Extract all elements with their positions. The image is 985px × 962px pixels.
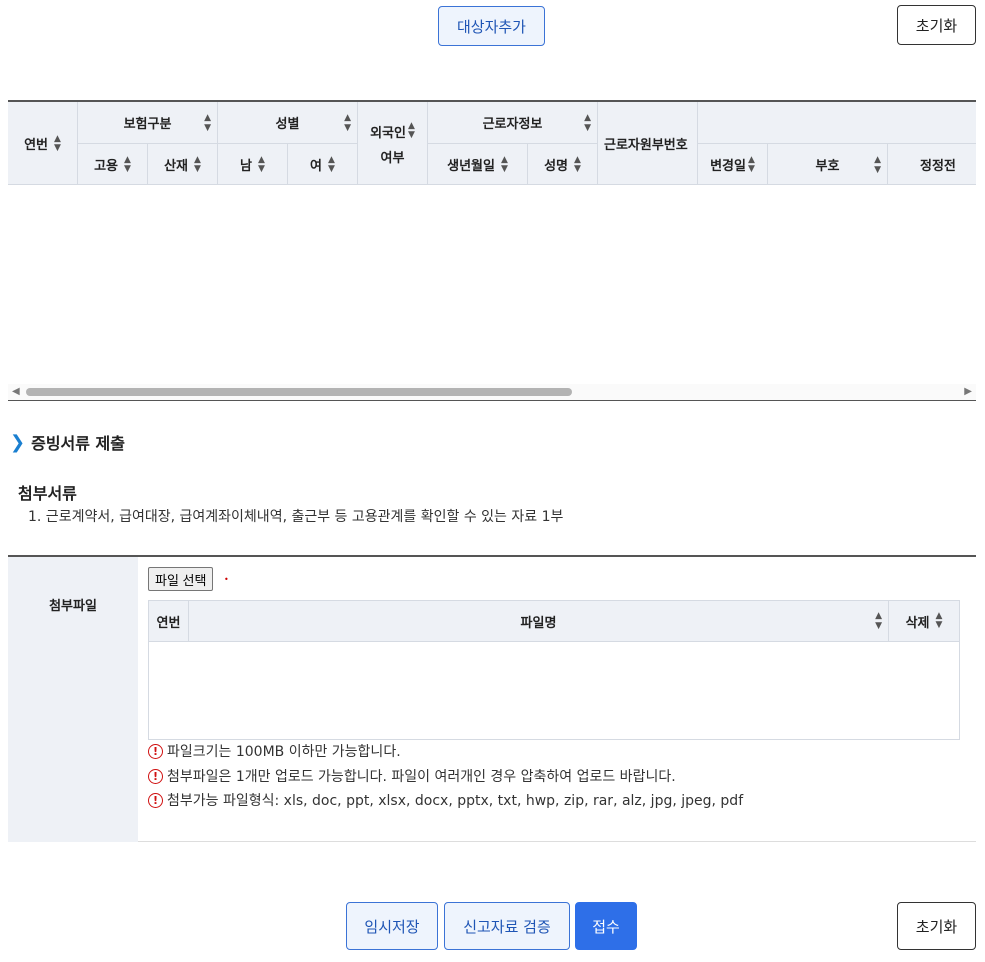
attachment-label: 첨부파일 (8, 557, 138, 842)
sort-icon: ▲ ▼ (124, 154, 131, 174)
warning-icon: ! (148, 768, 163, 784)
col-insurance[interactable]: 보험구분 ▲ ▼ (78, 102, 218, 144)
col-change-date[interactable]: 변경일 ▲ ▼ (698, 144, 768, 185)
col-before-correction[interactable]: 정정전 (888, 144, 976, 185)
scroll-thumb[interactable] (26, 388, 572, 396)
col-before-correction-label: 정정전 (920, 159, 956, 174)
sort-icon: ▲ ▼ (204, 112, 211, 133)
ft-col-delete[interactable]: 삭제 ▲ ▼ (889, 601, 959, 641)
file-table: 연번 파일명 ▲ ▼ 삭제 ▲ ▼ (148, 600, 960, 740)
warning-icon: ! (148, 792, 163, 808)
col-birth-date[interactable]: 생년월일 ▲ ▼ (428, 144, 528, 185)
col-birth-date-label: 생년월일 (447, 159, 495, 174)
sort-icon: ▲ ▼ (874, 154, 881, 175)
note-format: ! 첨부가능 파일형식: xls, doc, ppt, xlsx, docx, p… (148, 790, 743, 810)
note-size: ! 파일크기는 100MB 이하만 가능합니다. (148, 741, 401, 761)
col-foreigner-label-2: 여부 (380, 150, 405, 166)
col-male-label: 남 (240, 159, 253, 174)
col-code-label: 부호 (815, 159, 840, 174)
validate-button[interactable]: 신고자료 검증 (444, 902, 570, 950)
note-count-text: 첨부파일은 1개만 업로드 가능합니다. 파일이 여러개인 경우 압축하여 업로… (167, 769, 676, 785)
sort-icon: ▲ ▼ (328, 154, 335, 174)
col-employment-label: 고용 (94, 159, 118, 174)
reset-bottom-button[interactable]: 초기화 (897, 902, 976, 950)
reset-top-button[interactable]: 초기화 (897, 5, 976, 45)
col-female-label: 여 (310, 159, 323, 174)
col-foreigner[interactable]: 외국인 ▲ ▼ 여부 (358, 102, 428, 185)
col-industrial[interactable]: 산재 ▲ ▼ (148, 144, 218, 185)
col-employment[interactable]: 고용 ▲ ▼ (78, 144, 148, 185)
note-size-text: 파일크기는 100MB 이하만 가능합니다. (167, 744, 401, 760)
col-worker-id[interactable]: 근로자원부번호 (598, 102, 698, 185)
col-insurance-label: 보험구분 (123, 117, 172, 132)
sort-icon: ▲ ▼ (584, 112, 591, 133)
col-foreigner-label-1: 외국인 (370, 125, 406, 141)
col-female[interactable]: 여 ▲ ▼ (288, 144, 358, 185)
file-table-header: 연번 파일명 ▲ ▼ 삭제 ▲ ▼ (149, 601, 959, 642)
temp-save-button[interactable]: 임시저장 (346, 902, 438, 950)
sort-icon: ▲ ▼ (344, 112, 351, 133)
warning-icon: ! (148, 743, 163, 759)
sort-icon: ▲ ▼ (194, 154, 201, 174)
horizontal-scrollbar[interactable]: ◀ ▶ (8, 384, 976, 400)
col-name-label: 성명 (544, 159, 568, 174)
sort-icon: ▲ ▼ (500, 154, 508, 174)
col-code[interactable]: 부호 ▲ ▼ (768, 144, 888, 185)
grid-header: 연번 ▲ ▼ 보험구분 ▲ ▼ 고용 ▲ ▼ 산재 ▲ ▼ 성별 ▲ ▼ 남 ▲ ▼ 여 ▲ ▼ 외국인 ▲ ▼… (8, 100, 976, 185)
col-group-right (698, 102, 976, 144)
ft-col-seq[interactable]: 연번 (149, 601, 189, 641)
sort-icon: ▲ ▼ (258, 154, 265, 174)
note-format-text: 첨부가능 파일형식: xls, doc, ppt, xlsx, docx, pp… (167, 793, 744, 809)
sort-icon: ▲ ▼ (875, 611, 882, 631)
sort-icon: ▲ ▼ (747, 154, 755, 174)
required-mark-icon: • (224, 575, 229, 584)
ft-col-seq-label: 연번 (156, 615, 181, 631)
col-gender[interactable]: 성별 ▲ ▼ (218, 102, 358, 144)
col-seq[interactable]: 연번 ▲ ▼ (8, 102, 78, 185)
col-name[interactable]: 성명 ▲ ▼ (528, 144, 598, 185)
add-target-button[interactable]: 대상자추가 (438, 6, 545, 46)
ft-col-delete-label: 삭제 (905, 615, 930, 631)
sort-icon: ▲ ▼ (54, 133, 61, 153)
sort-icon: ▲ ▼ (574, 154, 581, 174)
section-title-text: 증빙서류 제출 (31, 434, 125, 453)
col-male[interactable]: 남 ▲ ▼ (218, 144, 288, 185)
attachments-item: 1. 근로계약서, 급여대장, 급여계좌이체내역, 출근부 등 고용관계를 확인… (28, 509, 564, 525)
chevron-right-icon: ❯ (10, 431, 26, 453)
submit-button[interactable]: 접수 (575, 902, 637, 950)
ft-col-filename[interactable]: 파일명 ▲ ▼ (189, 601, 889, 641)
scroll-right-icon[interactable]: ▶ (964, 386, 972, 397)
col-seq-label: 연번 (24, 138, 48, 153)
col-gender-label: 성별 (275, 117, 300, 132)
col-change-date-label: 변경일 (710, 159, 746, 174)
col-worker-id-label: 근로자원부번호 (604, 138, 688, 153)
sort-icon: ▲ ▼ (407, 121, 415, 140)
choose-file-button[interactable]: 파일 선택 (148, 567, 214, 591)
col-worker-info-label: 근로자정보 (482, 117, 543, 132)
attachment-panel: 첨부파일 파일 선택 • 연번 파일명 ▲ ▼ 삭제 ▲ ▼ ! 파일크기는 100MB … (8, 555, 976, 842)
sort-icon: ▲ ▼ (935, 611, 943, 630)
attachments-title: 첨부서류 (18, 484, 77, 503)
section-title: ❯ 증빙서류 제출 (10, 430, 125, 454)
attachment-label-text: 첨부파일 (49, 599, 97, 614)
note-count: ! 첨부파일은 1개만 업로드 가능합니다. 파일이 여러개인 경우 압축하여 업… (148, 766, 676, 786)
scroll-left-icon[interactable]: ◀ (12, 386, 20, 397)
col-worker-info[interactable]: 근로자정보 ▲ ▼ (428, 102, 598, 144)
ft-col-filename-label: 파일명 (520, 615, 557, 631)
col-industrial-label: 산재 (164, 159, 188, 174)
target-grid: 연번 ▲ ▼ 보험구분 ▲ ▼ 고용 ▲ ▼ 산재 ▲ ▼ 성별 ▲ ▼ 남 ▲ ▼ 여 ▲ ▼ 외국인 ▲ ▼… (8, 100, 976, 401)
